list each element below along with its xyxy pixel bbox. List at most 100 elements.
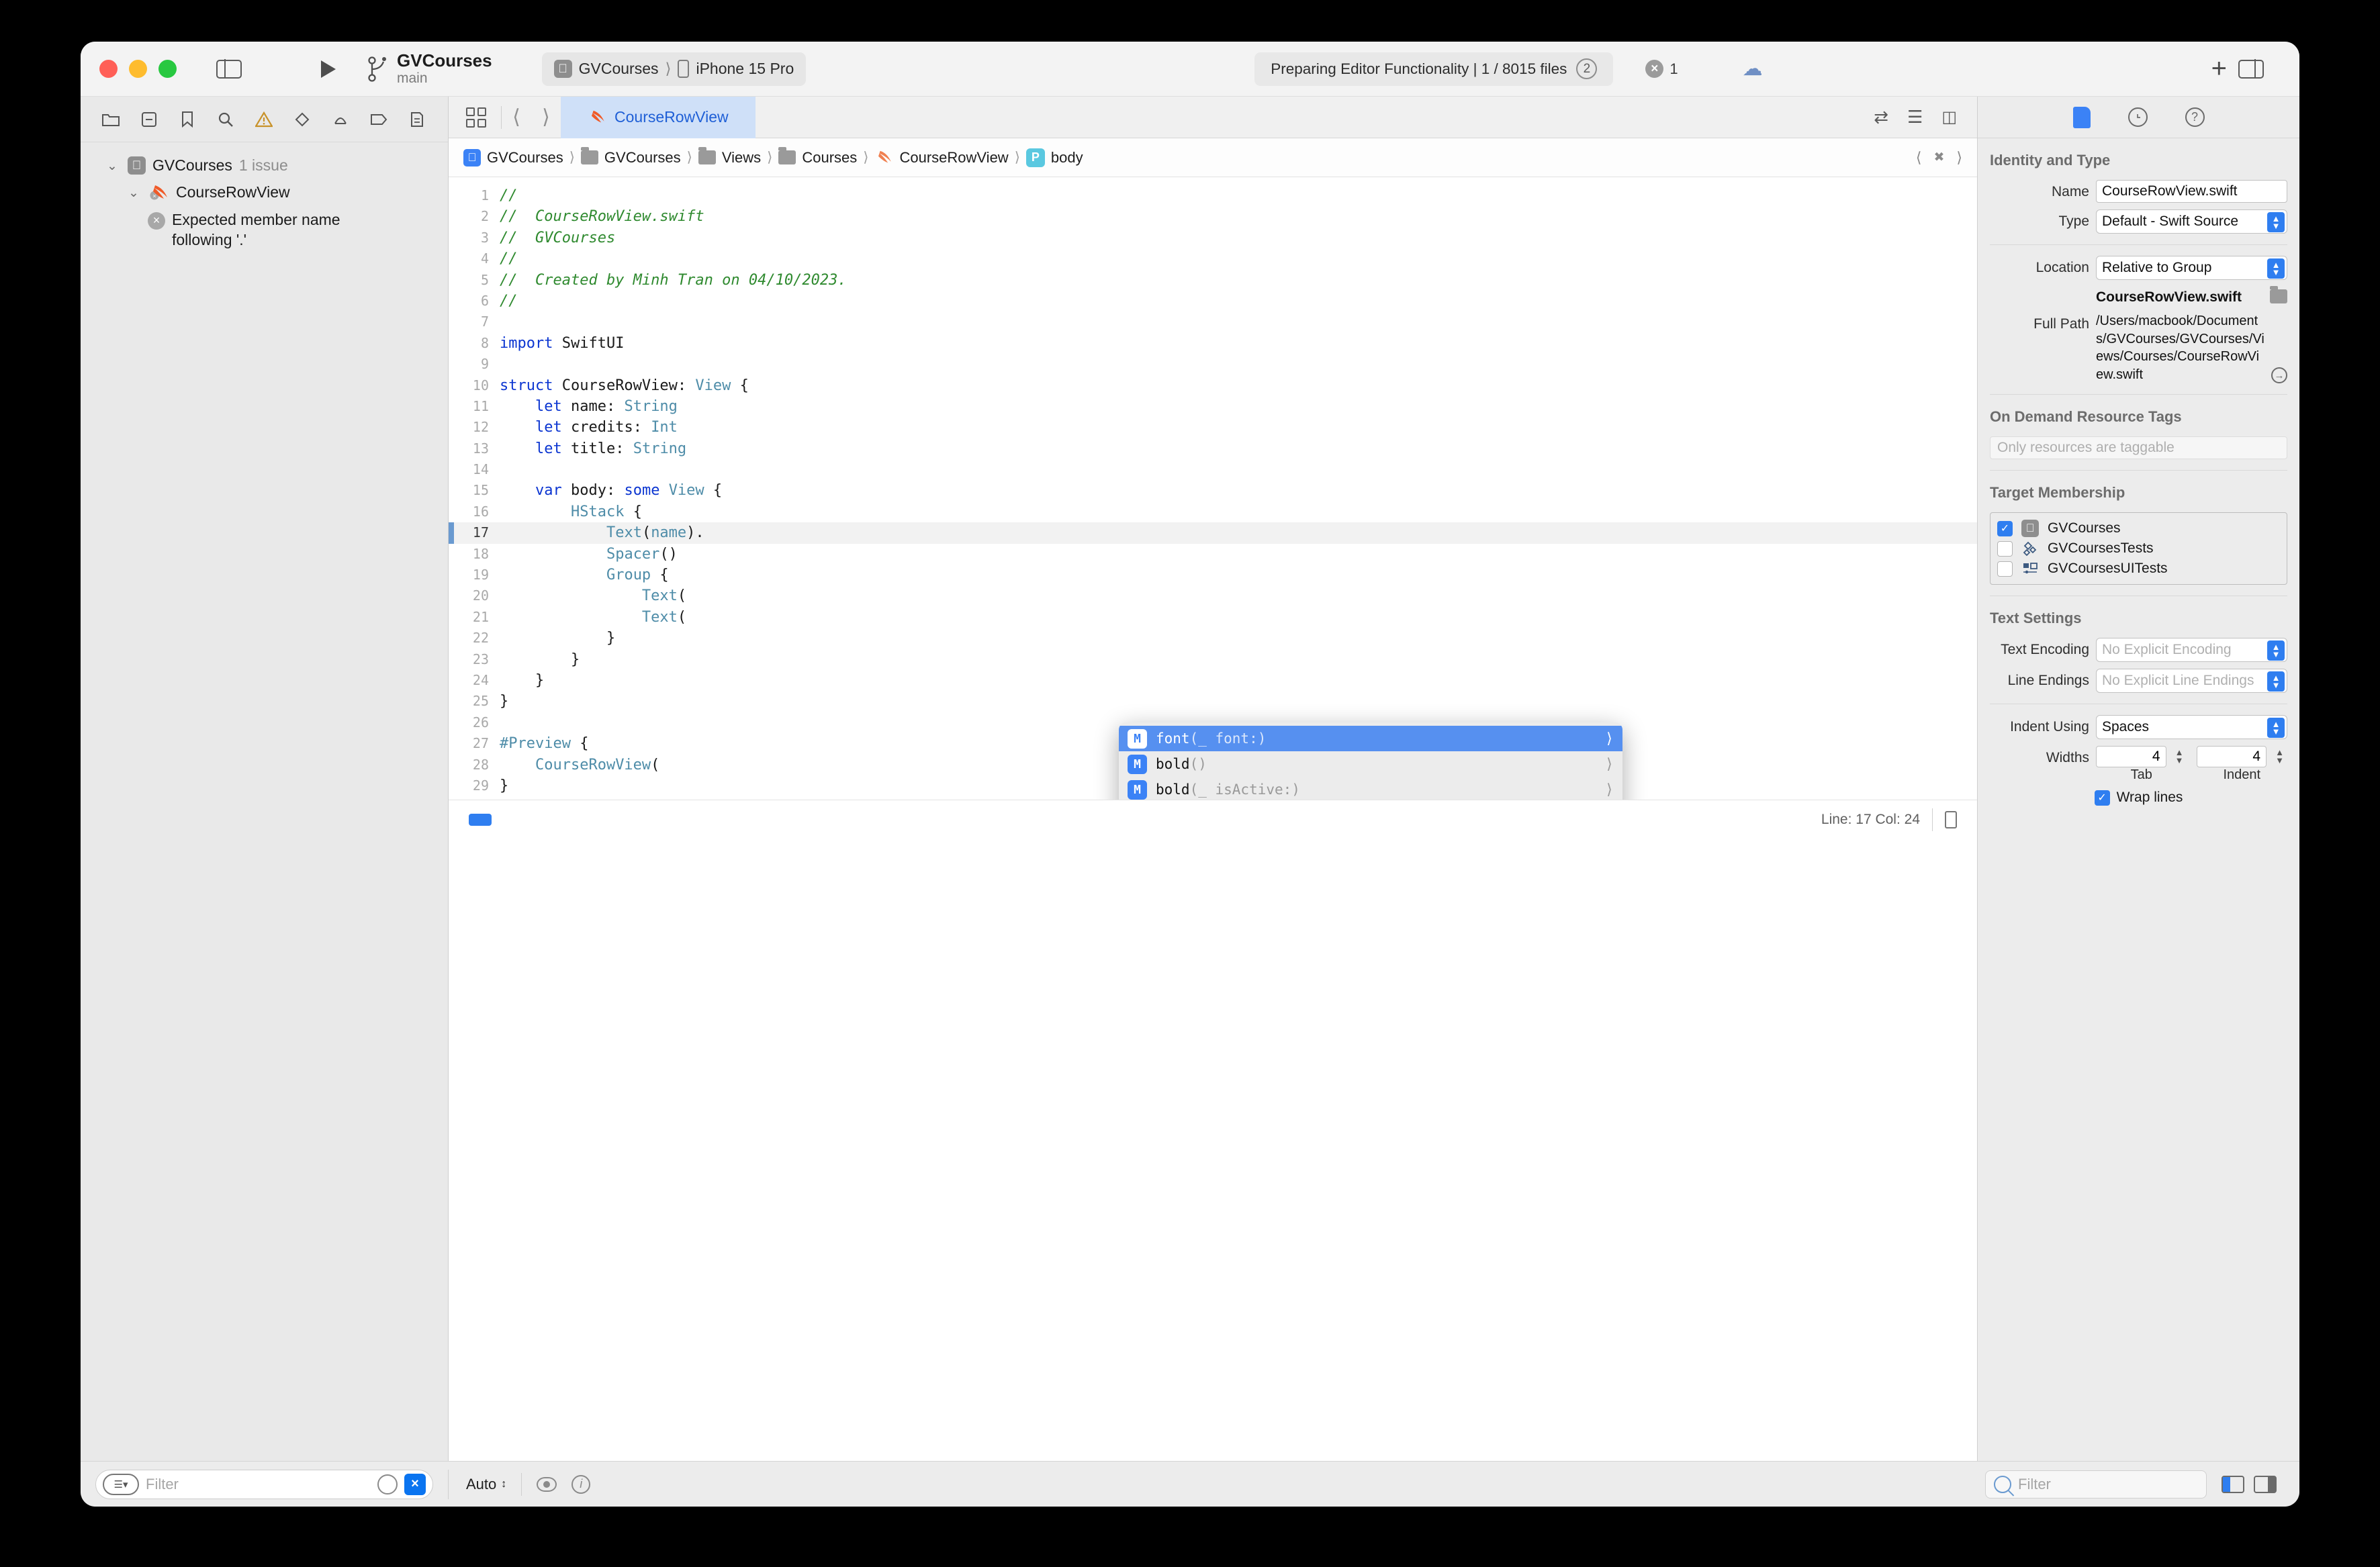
indent-select[interactable]: Spaces ▲ ▼ (2096, 715, 2287, 740)
cloud-icon[interactable]: ☁ (1743, 57, 1763, 81)
endings-select[interactable]: No Explicit Line Endings ▲ ▼ (2096, 669, 2287, 694)
code-line[interactable]: 19 Group { (449, 565, 1977, 585)
tab-source-control-navigator[interactable] (130, 101, 168, 138)
navigator-filter-input[interactable]: ☰▾ Filter × (95, 1469, 433, 1499)
code-line[interactable]: 23 } (449, 649, 1977, 670)
disclosure-triangle-icon[interactable]: ⌄ (103, 155, 121, 175)
toggle-variables-view-icon[interactable] (2222, 1475, 2244, 1493)
scheme-destination-picker[interactable]:  GVCourses ⟩ iPhone 15 Pro (541, 52, 807, 86)
checkbox-unchecked-icon[interactable] (1997, 540, 2013, 557)
auto-scheme-selector[interactable]: Auto ↕ (466, 1476, 506, 1493)
type-select[interactable]: Default - Swift Source ▲ ▼ (2096, 209, 2287, 234)
code-line[interactable]: 1 // (449, 185, 1977, 206)
tab-debug-navigator[interactable] (321, 101, 359, 138)
breadcrumb-item-project[interactable]:  GVCourses (463, 148, 563, 167)
autocomplete-popup[interactable]: Mfont(_ font:) ⟩ Mbold() ⟩ Mbold(_ isActive:… (1119, 722, 1622, 800)
errors-only-toggle[interactable]: × (404, 1473, 426, 1495)
minimize-button[interactable] (129, 60, 147, 78)
indent-width-input[interactable]: 4 (2196, 746, 2267, 768)
code-line[interactable]: 13 let title: String (449, 438, 1977, 459)
breadcrumb-item-courses[interactable]: Courses (778, 147, 857, 167)
add-editor-button[interactable]: + (2211, 54, 2227, 84)
list-item[interactable]: × Expected member name following '.' (81, 206, 369, 254)
breadcrumb-item-views[interactable]: Views (698, 147, 761, 167)
code-line[interactable]: 17 Text(name). (449, 522, 1977, 544)
code-editor[interactable]: 1 // 2 // CourseRowView.swift 3 // GVCourses 4… (449, 177, 1977, 800)
code-line[interactable]: 15 var body: some View { (449, 480, 1977, 501)
code-line[interactable]: 22 } (449, 628, 1977, 649)
code-line[interactable]: 4 // (449, 248, 1977, 269)
tab-width-stepper[interactable]: ▲ ▼ (2172, 746, 2187, 767)
project-identity[interactable]: GVCourses main (367, 50, 492, 87)
code-line[interactable]: 11 let name: String (449, 396, 1977, 417)
info-icon[interactable]: i (571, 1474, 591, 1494)
field-wrap-lines[interactable]: ✓ Wrap lines (1990, 790, 2287, 806)
tab-report-navigator[interactable] (398, 101, 436, 138)
tab-width-input[interactable]: 4 (2096, 746, 2166, 768)
code-line[interactable]: 8 import SwiftUI (449, 333, 1977, 354)
target-row-gvcoursestests[interactable]: GVCoursesTests (1997, 538, 2280, 559)
code-line[interactable]: 12 let credits: Int (449, 417, 1977, 438)
close-icon[interactable]: ✖ (1933, 150, 1944, 165)
related-items-icon[interactable] (466, 107, 486, 128)
code-line[interactable]: 21 Text( (449, 607, 1977, 628)
device-preview-icon[interactable] (1945, 810, 1957, 828)
go-forward-button[interactable]: ⟩ (531, 103, 561, 132)
error-indicator[interactable]: × 1 (1645, 60, 1678, 78)
list-item[interactable]: ⌄ × CourseRowView (81, 179, 448, 205)
quick-help-icon[interactable]: ? (2185, 107, 2205, 127)
filter-options-icon[interactable]: ☰▾ (103, 1473, 139, 1495)
tab-issue-navigator[interactable] (244, 101, 283, 138)
go-back-button[interactable]: ⟨ (502, 103, 531, 132)
next-file-icon[interactable]: ⟩ (1956, 149, 1962, 167)
odr-tags-input[interactable]: Only resources are taggable (1990, 436, 2287, 460)
code-line[interactable]: 14 (449, 459, 1977, 480)
code-line[interactable]: 20 Text( (449, 585, 1977, 606)
code-line[interactable]: 18 Spacer() (449, 544, 1977, 565)
activity-status[interactable]: Preparing Editor Functionality | 1 / 801… (1254, 52, 1614, 86)
toggle-inspector-button[interactable] (2234, 52, 2269, 87)
checkbox-checked-icon[interactable]: ✓ (2094, 790, 2110, 806)
close-button[interactable] (99, 60, 118, 78)
code-line[interactable]: 24 } (449, 670, 1977, 691)
code-line[interactable]: 6 // (449, 291, 1977, 312)
breadcrumb-item-file[interactable]: CourseRowView (874, 149, 1009, 167)
console-filter-input[interactable]: Filter (1985, 1470, 2207, 1499)
code-line[interactable]: 7 (449, 312, 1977, 332)
code-line[interactable]: 10 struct CourseRowView: View { (449, 375, 1977, 396)
editor-tab-courserowview[interactable]: CourseRowView (561, 96, 756, 138)
tab-project-navigator[interactable] (91, 101, 130, 138)
location-select[interactable]: Relative to Group ▲ ▼ (2096, 256, 2287, 280)
breadcrumb-item-symbol[interactable]: P body (1025, 148, 1083, 167)
code-line[interactable]: 9 (449, 354, 1977, 375)
reveal-in-finder-icon[interactable]: → (2271, 367, 2287, 384)
checkbox-checked-icon[interactable]: ✓ (1997, 520, 2013, 536)
autocomplete-item[interactable]: Mfont(_ font:) ⟩ (1119, 726, 1622, 751)
disclosure-triangle-icon[interactable]: ⌄ (125, 182, 142, 201)
editor-options-icon[interactable]: ☰ (1907, 107, 1923, 128)
view-hierarchy-icon[interactable] (537, 1476, 557, 1492)
list-item[interactable]: ⌄  GVCourses 1 issue (81, 152, 448, 179)
code-line[interactable]: 16 HStack { (449, 502, 1977, 522)
autocomplete-item[interactable]: Mbold() ⟩ (1119, 751, 1622, 777)
code-line[interactable]: 3 // GVCourses (449, 228, 1977, 248)
file-inspector-icon[interactable] (2072, 106, 2091, 128)
encoding-select[interactable]: No Explicit Encoding ▲ ▼ (2096, 638, 2287, 663)
minimap-chip-icon[interactable] (469, 813, 492, 826)
toggle-navigator-button[interactable] (212, 52, 246, 87)
indent-width-stepper[interactable]: ▲ ▼ (2272, 746, 2287, 767)
maximize-button[interactable] (158, 60, 177, 78)
breadcrumb-item-group[interactable]: GVCourses (580, 147, 681, 167)
code-line[interactable]: 25} (449, 691, 1977, 712)
target-row-gvcoursesuitests[interactable]: GVCoursesUITests (1997, 559, 2280, 579)
swap-editors-icon[interactable]: ⇄ (1874, 107, 1888, 128)
previous-file-icon[interactable]: ⟨ (1916, 149, 1922, 167)
history-inspector-icon[interactable] (2127, 107, 2148, 127)
tab-test-navigator[interactable] (283, 101, 321, 138)
autocomplete-item[interactable]: Mbold(_ isActive:) ⟩ (1119, 777, 1622, 800)
name-input[interactable]: CourseRowView.swift (2096, 180, 2287, 203)
checkbox-unchecked-icon[interactable] (1997, 561, 2013, 577)
recent-issues-icon[interactable] (377, 1474, 398, 1494)
choose-folder-icon[interactable] (2270, 285, 2287, 303)
tab-bookmark-navigator[interactable] (168, 101, 206, 138)
